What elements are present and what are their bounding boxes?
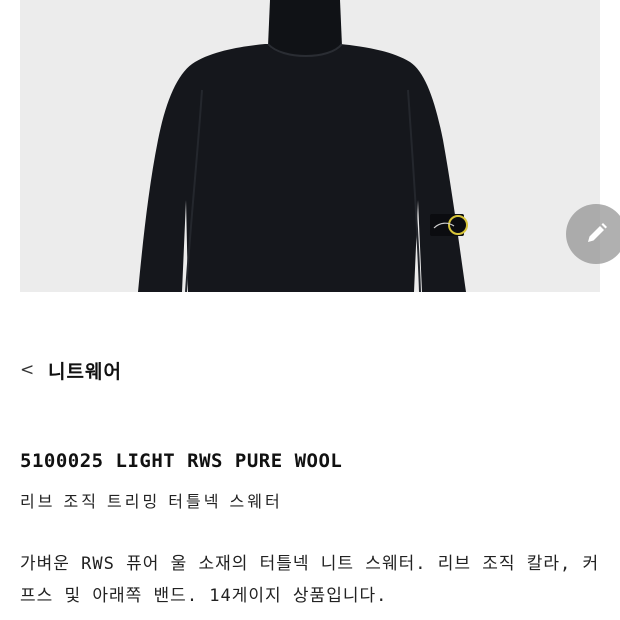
breadcrumb: < 니트웨어 bbox=[20, 356, 122, 384]
badge-patch bbox=[430, 214, 468, 236]
breadcrumb-category[interactable]: 니트웨어 bbox=[48, 357, 122, 384]
edit-button[interactable] bbox=[566, 204, 620, 264]
back-link[interactable]: < bbox=[20, 360, 48, 380]
product-description: 가벼운 RWS 퓨어 울 소재의 터틀넥 니트 스웨터. 리브 조직 칼라, 커… bbox=[20, 554, 600, 606]
product-image bbox=[20, 0, 600, 292]
pencil-icon bbox=[588, 223, 607, 242]
product-title: 5100025 LIGHT RWS PURE WOOL bbox=[20, 450, 343, 472]
product-subtitle: 리브 조직 트리밍 터틀넥 스웨터 bbox=[20, 492, 283, 511]
sweater-illustration bbox=[138, 0, 468, 292]
